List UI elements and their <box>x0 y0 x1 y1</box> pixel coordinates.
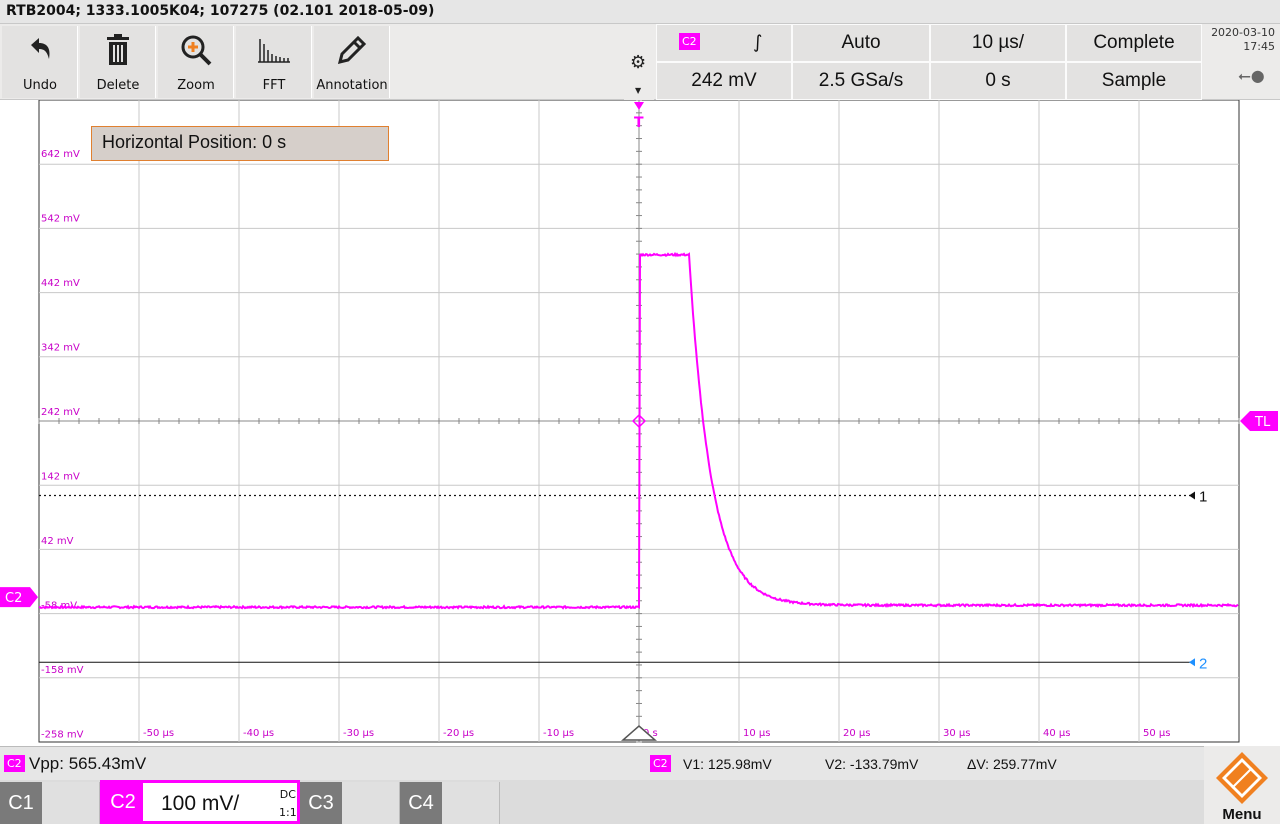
y-tick-label: 542 mV <box>41 214 80 225</box>
meas-channel-badge: C2 <box>4 755 25 772</box>
acq-state: Complete <box>1093 32 1175 53</box>
datetime: 2020-03-10 17:45 <box>1205 26 1275 54</box>
time-text: 17:45 <box>1243 40 1275 53</box>
usb-icon: ⭠● <box>1238 66 1265 85</box>
x-tick-label: -20 µs <box>443 728 474 739</box>
timebase-value: 10 µs/ <box>971 32 1025 53</box>
menu-label: Menu <box>1222 806 1262 823</box>
x-tick-label: -10 µs <box>543 728 574 739</box>
trigger-level-cell[interactable]: 242 mV <box>656 62 792 100</box>
acq-mode-cell[interactable]: Sample <box>1066 62 1202 100</box>
menu-button[interactable]: Menu <box>1204 746 1280 824</box>
title-bar: RTB2004; 1333.1005K04; 107275 (02.101 20… <box>0 0 1280 24</box>
cursor-1-label: 1 <box>1199 488 1207 505</box>
trigger-slope-icon: ∫ <box>753 32 763 53</box>
channel-c1-info[interactable] <box>42 782 100 824</box>
channel-c2-offset-label: C2 <box>5 591 22 606</box>
window-title: RTB2004; 1333.1005K04; 107275 (02.101 20… <box>6 3 435 19</box>
cursor-v1[interactable]: V1: 125.98mV <box>683 756 772 772</box>
trigger-mode: Auto <box>841 32 881 53</box>
chevron-down-icon: ▼ <box>635 86 642 95</box>
acq-state-cell[interactable]: Complete <box>1066 24 1202 62</box>
channel-c2-tag: C2 <box>103 783 143 821</box>
pencil-icon <box>314 32 390 68</box>
sample-rate: 2.5 GSa/s <box>818 70 904 91</box>
trigger-source-badge: C2 <box>679 33 700 50</box>
cursor-v2[interactable]: V2: -133.79mV <box>825 756 918 772</box>
fft-spectrum-icon <box>236 32 312 68</box>
x-tick-label: 40 µs <box>1043 728 1070 739</box>
undo-icon <box>2 32 78 68</box>
trigger-mode-cell[interactable]: Auto <box>792 24 930 62</box>
x-tick-label: -50 µs <box>143 728 174 739</box>
delete-label: Delete <box>96 78 140 93</box>
gear-icon: ⚙ <box>630 52 647 73</box>
y-tick-label: 642 mV <box>41 149 80 160</box>
y-tick-label: -158 mV <box>41 665 84 676</box>
x-tick-label: -40 µs <box>243 728 274 739</box>
horizontal-position-message: Horizontal Position: 0 s <box>91 126 389 161</box>
trigger-level-label: TL <box>1254 415 1271 430</box>
zoom-label: Zoom <box>177 78 215 93</box>
channel-c2-coupling-group: DC 1:1 <box>279 786 297 822</box>
channel-c2-scale: 100 mV/ <box>161 792 240 815</box>
channel-c2-probe: 1:1 <box>279 806 297 819</box>
fft-label: FFT <box>262 78 286 93</box>
acq-mode: Sample <box>1101 70 1167 91</box>
waveform-display[interactable]: 642 mV 542 mV 442 mV 342 mV 242 mV 142 mV 42 m… <box>0 100 1280 746</box>
fft-button[interactable]: FFT <box>236 26 312 98</box>
channel-c2-coupling: DC <box>279 788 296 801</box>
trigger-level: 242 mV <box>691 70 757 91</box>
channel-c1-button[interactable]: C1 <box>0 782 42 824</box>
y-tick-label: 342 mV <box>41 343 80 354</box>
date-text: 2020-03-10 <box>1211 26 1275 39</box>
trash-icon <box>80 32 156 68</box>
annotation-button[interactable]: Annotation <box>314 26 390 98</box>
zoom-icon <box>158 32 234 68</box>
settings-button[interactable]: ⚙ ▼ <box>624 24 654 100</box>
horizontal-position: 0 s <box>985 70 1011 91</box>
annotation-label: Annotation <box>316 78 388 93</box>
y-tick-label: 142 mV <box>41 472 80 483</box>
y-tick-label: 242 mV <box>41 407 80 418</box>
x-tick-label: 50 µs <box>1143 728 1170 739</box>
graticule-svg: 642 mV 542 mV 442 mV 342 mV 242 mV 142 mV 42 m… <box>0 100 1278 743</box>
x-tick-label: 20 µs <box>843 728 870 739</box>
y-tick-label: 42 mV <box>41 536 74 547</box>
y-tick-label: 442 mV <box>41 278 80 289</box>
channel-c3-button[interactable]: C3 <box>300 782 342 824</box>
rs-logo-icon <box>1216 752 1268 804</box>
undo-button[interactable]: Undo <box>2 26 78 98</box>
measurement-bar: C2 Vpp: 565.43mV C2 V1: 125.98mV V2: -13… <box>0 746 1280 780</box>
sample-rate-cell[interactable]: 2.5 GSa/s <box>792 62 930 100</box>
vpp-measurement[interactable]: Vpp: 565.43mV <box>29 754 146 774</box>
delete-button[interactable]: Delete <box>80 26 156 98</box>
channel-c3-info[interactable] <box>342 782 400 824</box>
channel-c4-info[interactable] <box>442 782 500 824</box>
cursor-2-label: 2 <box>1199 655 1207 672</box>
trigger-marker: T <box>634 115 644 131</box>
x-tick-label: 30 µs <box>943 728 970 739</box>
cursor-channel-badge: C2 <box>650 755 671 772</box>
x-tick-label: -30 µs <box>343 728 374 739</box>
undo-label: Undo <box>23 78 57 93</box>
y-tick-label: -258 mV <box>41 730 84 741</box>
horizontal-position-cell[interactable]: 0 s <box>930 62 1066 100</box>
cursor-delta-v[interactable]: ΔV: 259.77mV <box>967 756 1057 772</box>
timebase-cell[interactable]: 10 µs/ <box>930 24 1066 62</box>
trigger-source-cell[interactable]: C2 ∫ <box>656 24 792 62</box>
zoom-button[interactable]: Zoom <box>158 26 234 98</box>
channel-c2-button[interactable]: C2 100 mV/ DC 1:1 <box>100 780 300 824</box>
x-tick-label: 10 µs <box>743 728 770 739</box>
channel-c4-button[interactable]: C4 <box>400 782 442 824</box>
